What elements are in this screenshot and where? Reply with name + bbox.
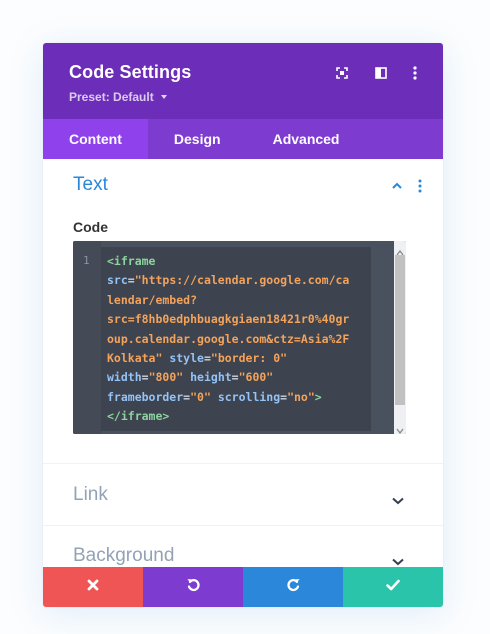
tab-advanced[interactable]: Advanced <box>247 119 366 159</box>
code-token: Kolkata" <box>107 351 163 366</box>
code-line: Kolkata" style="border: 0" <box>107 349 371 368</box>
section-title-background[interactable]: Background <box>73 545 174 567</box>
scrollbar-thumb[interactable] <box>395 255 405 405</box>
tab-content[interactable]: Content <box>43 119 148 159</box>
code-token: "border: 0" <box>210 351 288 366</box>
section-divider <box>43 525 443 526</box>
code-token: "0" <box>190 389 211 404</box>
code-token: frameborder <box>107 389 184 404</box>
code-line: lendar/embed? <box>107 291 371 310</box>
caret-down-icon <box>160 95 167 99</box>
tab-bar: Content Design Advanced <box>43 119 443 159</box>
code-token: oup.calendar.google.com&ctz=Asia%2F <box>107 331 350 346</box>
code-field-label: Code <box>73 219 108 235</box>
code-token: = <box>231 370 239 385</box>
code-scrollbar[interactable] <box>394 241 406 434</box>
code-token: "https://calendar.google.com/ca <box>134 273 350 288</box>
code-line: src=f8hb0edphbuagkgiaen18421r0%40gr <box>107 310 371 329</box>
code-line: <iframe <box>107 252 371 271</box>
code-token: "no" <box>287 389 315 404</box>
modal-header[interactable]: Code Settings Preset: Default <box>43 43 443 119</box>
code-token: "800" <box>148 370 184 385</box>
check-icon <box>386 578 400 596</box>
code-line: src="https://calendar.google.com/ca <box>107 271 371 290</box>
code-token: src=f8hb0edphbuagkgiaen18421r0%40gr <box>107 312 350 327</box>
scroll-down-arrow-icon[interactable] <box>396 422 404 434</box>
code-line: width="800" height="600" <box>107 368 371 387</box>
code-token: = <box>141 370 149 385</box>
preset-label: Preset: Default <box>69 90 154 104</box>
undo-icon <box>186 577 201 597</box>
modal-title: Code Settings <box>69 62 192 82</box>
code-token: height <box>190 370 232 385</box>
code-token: </iframe> <box>107 409 170 424</box>
redo-button[interactable] <box>243 567 343 607</box>
code-token: width <box>107 370 142 385</box>
settings-body: Text Code 1 <iframe src="https://calendar… <box>43 159 443 567</box>
discard-button[interactable] <box>43 567 143 607</box>
section-divider <box>43 463 443 464</box>
section-title-text[interactable]: Text <box>73 174 108 196</box>
code-line: oup.calendar.google.com&ctz=Asia%2F <box>107 330 371 349</box>
scroll-up-arrow-icon[interactable] <box>396 244 404 256</box>
code-token: "600" <box>238 370 274 385</box>
section-menu-icon[interactable] <box>414 179 426 193</box>
code-token: src <box>107 273 128 288</box>
code-token: > <box>314 389 322 404</box>
code-token: = <box>127 273 135 288</box>
section-title-link[interactable]: Link <box>73 484 108 506</box>
code-text-area[interactable]: <iframe src="https://calendar.google.com/… <box>101 247 371 431</box>
code-editor[interactable]: 1 <iframe src="https://calendar.google.co… <box>73 241 406 434</box>
code-line: frameborder="0" scrolling="no"> <box>107 388 371 407</box>
code-token: lendar/embed? <box>107 292 198 307</box>
redo-icon <box>286 577 301 597</box>
undo-button[interactable] <box>143 567 243 607</box>
fullscreen-icon[interactable] <box>334 65 350 81</box>
tab-design[interactable]: Design <box>148 119 247 159</box>
preset-dropdown[interactable]: Preset: Default <box>69 90 167 104</box>
save-button[interactable] <box>343 567 443 607</box>
code-token: style <box>169 351 204 366</box>
code-token: <iframe <box>107 254 156 268</box>
chevron-down-icon[interactable] <box>392 553 404 566</box>
close-icon <box>87 578 99 596</box>
code-line: </iframe> <box>107 407 371 426</box>
code-settings-modal: Code Settings Preset: Default Content De… <box>43 43 443 607</box>
sidebar-toggle-icon[interactable] <box>373 65 389 81</box>
chevron-down-icon[interactable] <box>392 492 404 505</box>
chevron-up-icon[interactable] <box>390 179 404 193</box>
kebab-menu-icon[interactable] <box>407 65 423 81</box>
line-number: 1 <box>83 254 90 267</box>
modal-footer <box>43 567 443 607</box>
line-number-gutter: 1 <box>73 241 101 434</box>
code-token: scrolling <box>217 389 281 404</box>
code-token: = <box>203 351 211 366</box>
